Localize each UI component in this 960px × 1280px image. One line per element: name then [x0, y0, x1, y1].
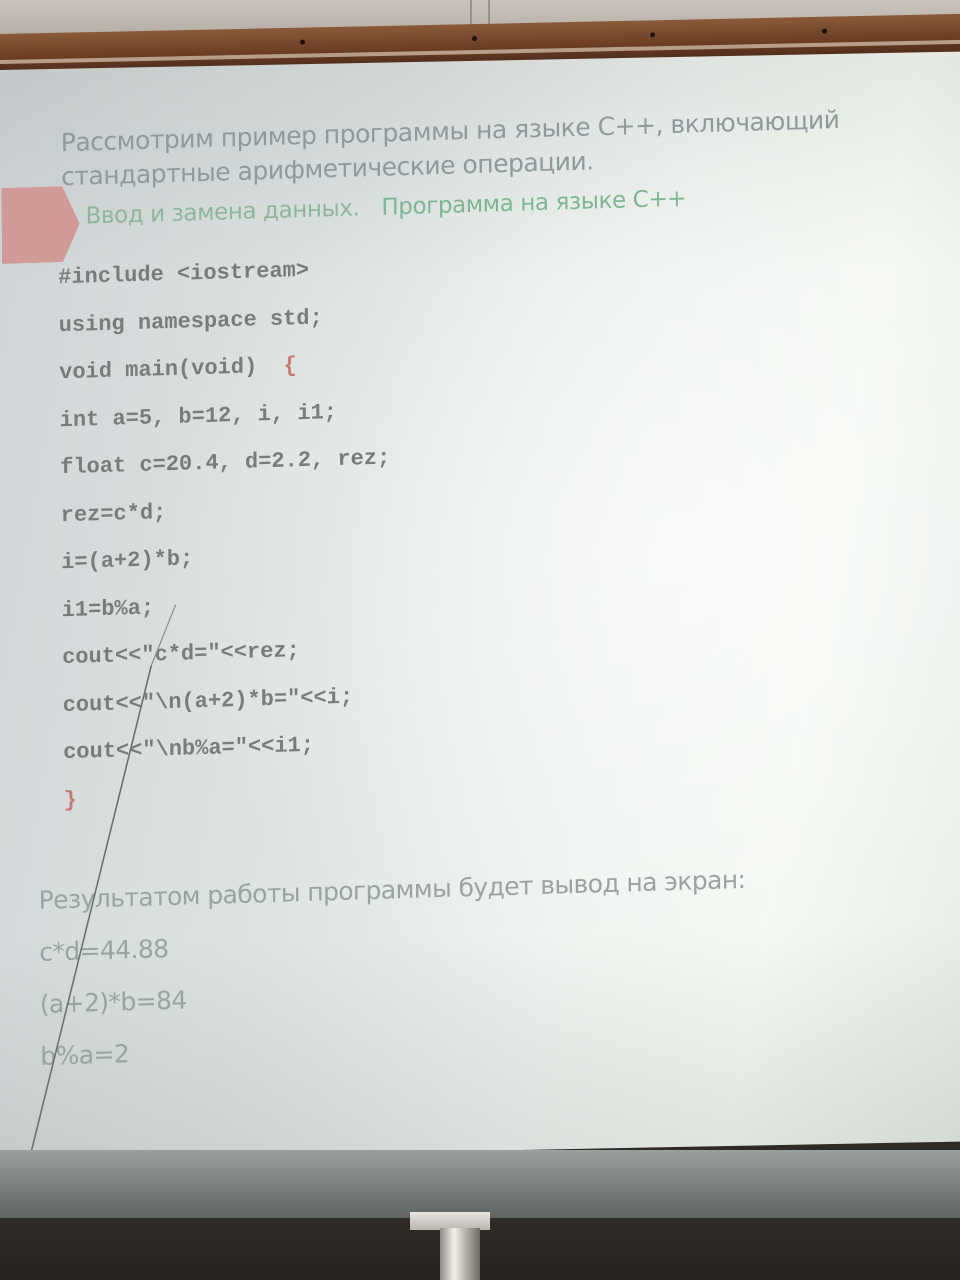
subheading-left: Ввод и замена данных.: [85, 195, 360, 230]
code-line: float c=20.4, d=2.2, rez;: [60, 445, 391, 481]
projection-screen: Рассмотрим пример программы на языке С++…: [0, 51, 960, 1161]
photo: Рассмотрим пример программы на языке С++…: [0, 0, 960, 1280]
subheading-right: Программа на языке С++: [381, 185, 687, 221]
casing-screw: [472, 36, 477, 42]
open-brace: {: [283, 353, 297, 379]
slide-intro-text: Рассмотрим пример программы на языке С++…: [60, 105, 840, 192]
mount-pipe: [440, 1228, 480, 1280]
slide-subheading: Ввод и замена данных. Программа на языке …: [85, 186, 686, 230]
slide: Рассмотрим пример программы на языке С++…: [0, 42, 960, 1160]
code-line: cout<<"\n(a+2)*b="<<i;: [62, 684, 354, 718]
result-block: Результатом работы программы будет вывод…: [38, 854, 747, 1083]
casing-screw: [650, 32, 655, 38]
accent-arrow-shape: [1, 186, 80, 264]
casing-screw: [300, 39, 305, 45]
casing-screw: [822, 28, 827, 34]
code-block: #include <iostream> using namespace std;…: [58, 244, 394, 824]
code-line-text: void main(void): [59, 353, 284, 386]
close-brace: }: [63, 787, 77, 813]
